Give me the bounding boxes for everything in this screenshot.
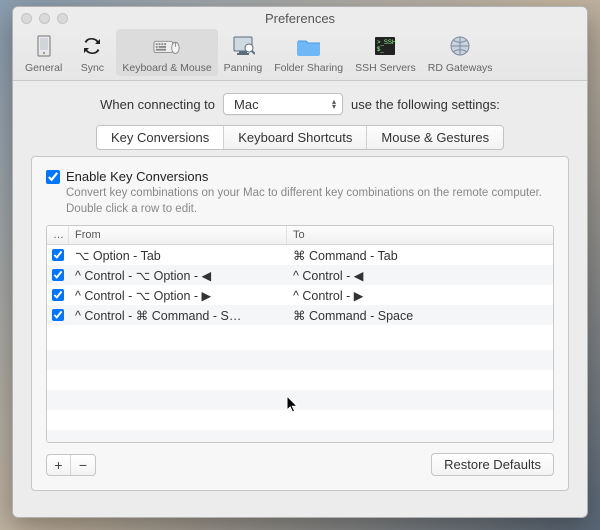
tab-key-conversions[interactable]: Key Conversions	[97, 126, 224, 149]
folder-icon	[295, 33, 323, 59]
panning-icon	[229, 33, 257, 59]
row-enabled-checkbox[interactable]	[52, 289, 64, 301]
toolbar-item-keyboard-mouse[interactable]: Keyboard & Mouse	[116, 29, 217, 76]
traffic-lights	[21, 13, 68, 24]
ssh-icon: >_SSH$_	[371, 33, 399, 59]
toolbar-item-general[interactable]: General	[19, 29, 68, 76]
toolbar-label: Folder Sharing	[274, 62, 343, 74]
toolbar-item-rd-gateways[interactable]: RD Gateways	[422, 29, 499, 76]
preferences-toolbar: General Sync Keyboard & Mouse Panning Fo…	[13, 29, 587, 81]
zoom-window-button[interactable]	[57, 13, 68, 24]
enable-description: Convert key combinations on your Mac to …	[66, 186, 554, 217]
toolbar-label: Panning	[224, 62, 263, 74]
content-area: When connecting to Mac ▴▾ use the follow…	[13, 81, 587, 491]
key-conversions-panel: Enable Key Conversions Convert key combi…	[31, 156, 569, 491]
row-enabled-checkbox[interactable]	[52, 249, 64, 261]
connect-target-select[interactable]: Mac ▴▾	[223, 93, 343, 115]
enable-key-conversions-checkbox[interactable]	[46, 170, 60, 184]
cell-to: ⌘ Command - Space	[287, 308, 553, 323]
col-to[interactable]: To	[287, 226, 553, 244]
cell-from: ^ Control - ⌘ Command - S…	[69, 308, 287, 323]
empty-rows	[47, 330, 553, 442]
cell-to: ^ Control - ◀	[287, 268, 553, 283]
titlebar: Preferences	[13, 7, 587, 29]
toolbar-label: Sync	[81, 62, 104, 74]
connect-prefix: When connecting to	[100, 97, 215, 112]
table-body: ⌥ Option - Tab ⌘ Command - Tab ^ Control…	[47, 245, 553, 325]
connect-suffix: use the following settings:	[351, 97, 500, 112]
table-row[interactable]: ^ Control - ⌥ Option - ▶ ^ Control - ▶	[47, 285, 553, 305]
toolbar-label: SSH Servers	[355, 62, 416, 74]
svg-text:>_SSH: >_SSH	[377, 40, 396, 46]
enable-title: Enable Key Conversions	[66, 169, 208, 184]
sync-icon	[78, 33, 106, 59]
cell-from: ^ Control - ⌥ Option - ◀	[69, 268, 287, 283]
enable-row: Enable Key Conversions	[46, 169, 554, 184]
minimize-window-button[interactable]	[39, 13, 50, 24]
cell-from: ^ Control - ⌥ Option - ▶	[69, 288, 287, 303]
close-window-button[interactable]	[21, 13, 32, 24]
tab-mouse-gestures[interactable]: Mouse & Gestures	[367, 126, 503, 149]
tab-keyboard-shortcuts[interactable]: Keyboard Shortcuts	[224, 126, 367, 149]
connect-row: When connecting to Mac ▴▾ use the follow…	[31, 93, 569, 115]
toolbar-item-ssh-servers[interactable]: >_SSH$_ SSH Servers	[349, 29, 422, 76]
window-title: Preferences	[21, 11, 579, 26]
col-enabled[interactable]: …	[47, 226, 69, 244]
restore-defaults-button[interactable]: Restore Defaults	[431, 453, 554, 476]
preferences-window: Preferences General Sync Keyboard & Mous…	[12, 6, 588, 518]
globe-icon	[446, 33, 474, 59]
conversions-table: … From To ⌥ Option - Tab ⌘ Command - Tab…	[46, 225, 554, 443]
toolbar-item-panning[interactable]: Panning	[218, 29, 269, 76]
col-from[interactable]: From	[69, 226, 287, 244]
select-arrows-icon: ▴▾	[332, 99, 336, 109]
toolbar-item-folder-sharing[interactable]: Folder Sharing	[268, 29, 349, 76]
connect-target-value: Mac	[234, 97, 259, 112]
general-icon	[30, 33, 58, 59]
toolbar-label: RD Gateways	[428, 62, 493, 74]
row-enabled-checkbox[interactable]	[52, 309, 64, 321]
table-row[interactable]: ^ Control - ⌘ Command - S… ⌘ Command - S…	[47, 305, 553, 325]
add-remove-stepper: + −	[46, 454, 96, 476]
toolbar-label: General	[25, 62, 62, 74]
remove-button[interactable]: −	[71, 455, 95, 475]
panel-footer: + − Restore Defaults	[46, 453, 554, 476]
toolbar-label: Keyboard & Mouse	[122, 62, 211, 74]
row-enabled-checkbox[interactable]	[52, 269, 64, 281]
cell-to: ^ Control - ▶	[287, 288, 553, 303]
add-button[interactable]: +	[47, 455, 71, 475]
cell-to: ⌘ Command - Tab	[287, 248, 553, 263]
table-row[interactable]: ⌥ Option - Tab ⌘ Command - Tab	[47, 245, 553, 265]
keyboard-mouse-icon	[153, 33, 181, 59]
table-header: … From To	[47, 226, 553, 245]
svg-text:$_: $_	[377, 47, 384, 53]
cell-from: ⌥ Option - Tab	[69, 248, 287, 263]
toolbar-item-sync[interactable]: Sync	[68, 29, 116, 76]
table-row[interactable]: ^ Control - ⌥ Option - ◀ ^ Control - ◀	[47, 265, 553, 285]
settings-tabs: Key Conversions Keyboard Shortcuts Mouse…	[96, 125, 504, 150]
